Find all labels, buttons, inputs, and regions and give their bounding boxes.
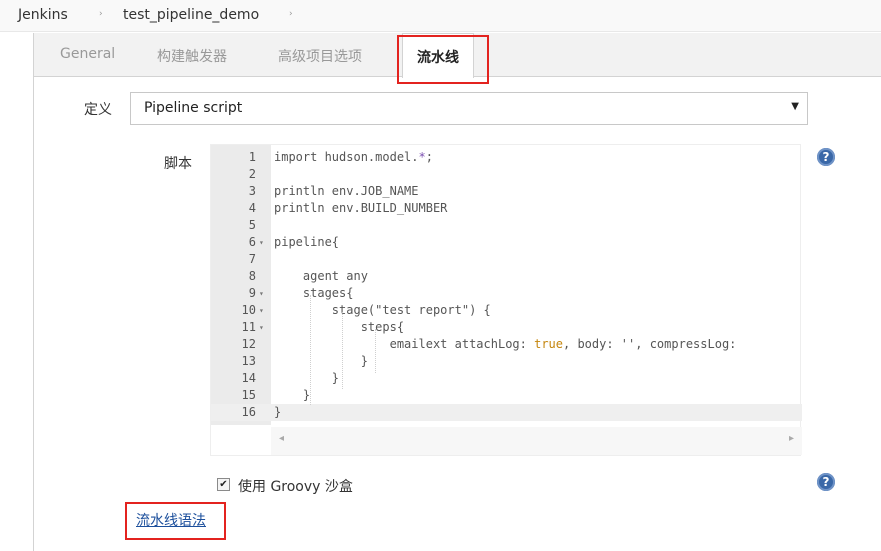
line-number: 11: [241, 320, 256, 334]
code-text: emailext attachLog: true, body: '', comp…: [274, 337, 737, 351]
code-text: }: [274, 388, 311, 402]
script-editor[interactable]: 1 import hudson.model.*; 2 3 println env.JOB…: [210, 144, 802, 456]
sandbox-checkbox[interactable]: ✔: [217, 478, 230, 491]
tab-advanced-options[interactable]: 高级项目选项: [278, 46, 362, 66]
code-text: }: [274, 371, 340, 385]
line-number: 6: [248, 235, 256, 249]
fold-arrow-icon[interactable]: ▾: [259, 319, 264, 336]
code-line[interactable]: 7: [211, 251, 802, 268]
code-line[interactable]: 6 ▾ pipeline{: [211, 234, 802, 251]
line-number: 10: [241, 303, 256, 317]
line-number: 12: [241, 337, 256, 351]
code-line[interactable]: 1 import hudson.model.*;: [211, 149, 802, 166]
definition-select-value: Pipeline script: [144, 100, 243, 116]
sandbox-label: 使用 Groovy 沙盒: [238, 479, 353, 495]
code-line[interactable]: 5: [211, 217, 802, 234]
breadcrumb: Jenkins › test_pipeline_demo ›: [0, 0, 881, 32]
line-number: 9: [248, 286, 256, 300]
highlight-box-syntax-link: [125, 502, 226, 540]
code-line[interactable]: 12 emailext attachLog: true, body: '', c…: [211, 336, 802, 353]
code-line[interactable]: 15 }: [211, 387, 802, 404]
line-number: 2: [248, 167, 256, 181]
line-number: 16: [241, 405, 256, 419]
code-line[interactable]: 4 println env.BUILD_NUMBER: [211, 200, 802, 217]
code-line[interactable]: 11 ▾ steps{: [211, 319, 802, 336]
code-line[interactable]: 2: [211, 166, 802, 183]
code-line[interactable]: 13 }: [211, 353, 802, 370]
indent-guide: [375, 329, 376, 373]
script-label: 脚本: [164, 156, 192, 172]
code-text: agent any: [274, 269, 368, 283]
breadcrumb-job[interactable]: test_pipeline_demo: [123, 7, 259, 23]
code-text: println env.JOB_NAME: [274, 184, 419, 198]
code-line[interactable]: 3 println env.JOB_NAME: [211, 183, 802, 200]
line-number: 14: [241, 371, 256, 385]
code-text: steps{: [274, 320, 405, 334]
line-number: 8: [248, 269, 256, 283]
code-text: stages{: [274, 286, 354, 300]
line-number: 5: [248, 218, 256, 232]
breadcrumb-separator-icon: ›: [289, 9, 293, 19]
code-text: stage("test report") {: [274, 303, 491, 317]
line-number: 13: [241, 354, 256, 368]
fold-arrow-icon[interactable]: ▾: [259, 302, 264, 319]
help-icon[interactable]: ?: [817, 148, 835, 166]
fold-arrow-icon[interactable]: ▾: [259, 285, 264, 302]
line-number: 3: [248, 184, 256, 198]
dropdown-arrow-icon: ▼: [791, 101, 799, 112]
indent-guide: [310, 295, 311, 405]
scroll-left-icon[interactable]: ◂: [279, 433, 284, 444]
highlight-box-pipeline-tab: [397, 35, 489, 84]
line-number: 7: [248, 252, 256, 266]
code-text: pipeline{: [274, 235, 340, 249]
code-text: println env.BUILD_NUMBER: [274, 201, 448, 215]
code-text: }: [274, 354, 368, 368]
code-line[interactable]: 14 }: [211, 370, 802, 387]
line-number: 15: [241, 388, 256, 402]
checkbox-checked-icon: ✔: [219, 479, 228, 490]
tab-general[interactable]: General: [60, 46, 115, 62]
line-number: 4: [248, 201, 256, 215]
code-line[interactable]: 8 agent any: [211, 268, 802, 285]
line-number: 1: [248, 150, 256, 164]
breadcrumb-jenkins[interactable]: Jenkins: [18, 7, 68, 23]
editor-horizontal-scrollbar[interactable]: ◂ ▸: [271, 427, 802, 455]
definition-select[interactable]: Pipeline script ▼: [130, 92, 808, 125]
definition-label: 定义: [84, 102, 112, 118]
tab-build-triggers[interactable]: 构建触发器: [157, 46, 227, 66]
code-text: }: [274, 405, 282, 419]
code-line[interactable]: 9 ▾ stages{: [211, 285, 802, 302]
code-line[interactable]: 10 ▾ stage("test report") {: [211, 302, 802, 319]
indent-guide: [342, 312, 343, 389]
code-text: import hudson.model.*;: [274, 150, 433, 164]
fold-arrow-icon[interactable]: ▾: [259, 234, 264, 251]
breadcrumb-separator-icon: ›: [99, 9, 103, 19]
help-icon[interactable]: ?: [817, 473, 835, 491]
scroll-right-icon[interactable]: ▸: [789, 433, 794, 444]
code-line[interactable]: 16}: [211, 404, 802, 421]
